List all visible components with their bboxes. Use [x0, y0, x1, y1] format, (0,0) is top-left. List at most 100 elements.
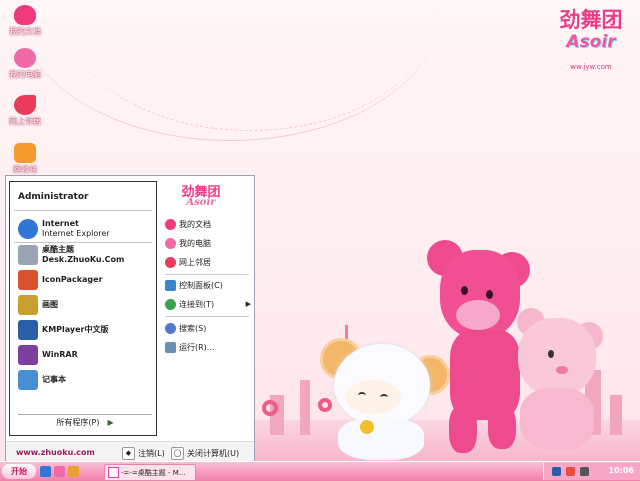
logoff-label: 注销(L)	[138, 448, 165, 458]
window-icon	[108, 467, 119, 478]
quicklaunch-desktop-icon[interactable]	[54, 466, 65, 477]
desktop-icon-label: 我的文档	[9, 27, 41, 36]
bear-pink-leg	[449, 405, 477, 453]
logoff-button[interactable]: ◆ 注销(L)	[122, 446, 165, 460]
wallpaper-building	[300, 380, 310, 435]
iconpackager-icon	[18, 270, 38, 290]
bear-light-cheek	[556, 366, 568, 374]
control-panel-icon	[165, 279, 176, 291]
taskbar: 开始 -=-=桌酷主题 - M... 10:06	[0, 461, 640, 481]
bear-pink-snout	[456, 300, 500, 330]
all-programs-button[interactable]: 所有程序(P) ▶	[18, 414, 152, 430]
program-subtitle: Internet Explorer	[42, 229, 110, 238]
logo-subtitle: Asoir	[566, 32, 616, 52]
desktop-icon-label: 网上邻居	[9, 117, 41, 126]
menu-item-label: 网上邻居	[179, 257, 211, 267]
desktop-icon-network-places[interactable]: 网上邻居	[3, 95, 47, 127]
arrow-right-icon: ▶	[107, 418, 114, 427]
menu-item-my-documents[interactable]: 我的文档	[165, 217, 251, 231]
menu-item-run[interactable]: 运行(R)...	[165, 340, 251, 354]
sheep-bell	[360, 420, 374, 434]
start-menu-places-pane: 劲舞团 Asoir 我的文档 我的电脑 网上邻居 控制面板(C) 连接到(T) …	[161, 181, 251, 436]
menu-item-search[interactable]: 搜索(S)	[165, 321, 251, 335]
start-menu: Administrator Internet Internet Explorer…	[5, 175, 255, 465]
menu-item-label: 搜索(S)	[179, 323, 207, 333]
taskbar-window-label: -=-=桌酷主题 - M...	[121, 468, 186, 477]
winrar-icon	[18, 345, 38, 365]
program-internet[interactable]: Internet Internet Explorer	[18, 218, 154, 240]
sheep-body	[338, 418, 424, 460]
program-paint[interactable]: 画图	[18, 294, 154, 316]
paint-icon	[18, 295, 38, 315]
program-title: Internet	[42, 219, 79, 228]
program-notepad[interactable]: 记事本	[18, 369, 154, 391]
program-title: 记事本	[42, 375, 66, 384]
program-title: 桌酷主题Desk.ZhuoKu.Com	[42, 245, 125, 264]
system-tray: 10:06	[543, 463, 640, 480]
my-documents-icon	[165, 218, 176, 230]
recycle-bin-icon	[14, 143, 36, 163]
quicklaunch-media-icon[interactable]	[68, 466, 79, 477]
tray-network-icon[interactable]	[552, 467, 561, 476]
shutdown-label: 关闭计算机(U)	[187, 448, 240, 458]
divider	[14, 210, 152, 211]
program-title: IconPackager	[42, 275, 103, 284]
run-icon	[165, 341, 176, 353]
clock[interactable]: 10:06	[609, 466, 634, 475]
desktop-icon-label: 回收站	[13, 165, 37, 174]
bear-pink-leg	[488, 405, 516, 449]
notepad-icon	[18, 370, 38, 390]
start-menu-logo-subtitle: Asoir	[186, 197, 216, 208]
bear-pink-eye	[486, 290, 493, 299]
program-iconpackager[interactable]: IconPackager	[18, 269, 154, 291]
my-computer-icon	[14, 48, 36, 68]
tray-app-icon[interactable]	[566, 467, 575, 476]
brand-logo: 劲舞团 Asoir ww.jyw.com	[548, 4, 634, 74]
logo-title: 劲舞团	[559, 7, 623, 32]
quicklaunch-ie-icon[interactable]	[40, 466, 51, 477]
network-places-icon	[165, 256, 176, 268]
program-winrar[interactable]: WinRAR	[18, 344, 154, 366]
logo-url: ww.jyw.com	[570, 63, 612, 71]
sheep-eye	[358, 392, 366, 399]
desktop-icon-my-computer[interactable]: 我的电脑	[3, 48, 47, 80]
program-title: 画图	[42, 300, 58, 309]
sheep-face	[345, 380, 401, 414]
menu-item-control-panel[interactable]: 控制面板(C)	[165, 278, 251, 292]
start-label: 开始	[11, 467, 27, 476]
desktop-icon-recycle-bin[interactable]: 回收站	[3, 143, 47, 175]
logoff-icon: ◆	[122, 446, 135, 460]
program-zhuoku[interactable]: 桌酷主题Desk.ZhuoKu.Com	[18, 244, 154, 266]
start-menu-logo: 劲舞团 Asoir	[171, 181, 231, 221]
divider	[165, 274, 249, 275]
start-menu-programs-pane: Administrator Internet Internet Explorer…	[9, 181, 157, 436]
my-computer-icon	[165, 237, 176, 249]
menu-item-connect-to[interactable]: 连接到(T) ▶	[165, 297, 251, 311]
menu-item-label: 控制面板(C)	[179, 280, 223, 290]
divider	[14, 242, 152, 243]
sheep-eye	[380, 394, 388, 401]
start-menu-username: Administrator	[18, 192, 89, 202]
start-button[interactable]: 开始	[2, 464, 36, 479]
tray-volume-icon[interactable]	[580, 467, 589, 476]
desktop-icon-my-documents[interactable]: 我的文档	[3, 5, 47, 37]
search-icon	[165, 322, 176, 334]
menu-item-label: 连接到(T)	[179, 299, 215, 309]
program-title: KMPlayer中文版	[42, 325, 109, 334]
wallpaper-lollipop	[262, 400, 278, 416]
taskbar-window-button[interactable]: -=-=桌酷主题 - M...	[104, 464, 196, 481]
menu-item-label: 我的电脑	[179, 238, 211, 248]
bear-pink-eye	[461, 286, 468, 295]
all-programs-label: 所有程序(P)	[56, 418, 100, 427]
my-documents-icon	[14, 5, 36, 25]
network-places-icon	[14, 95, 36, 115]
shutdown-button[interactable]: ◯ 关闭计算机(U)	[171, 446, 239, 460]
ie-icon	[18, 219, 38, 239]
menu-item-my-computer[interactable]: 我的电脑	[165, 236, 251, 250]
wallpaper-building	[610, 395, 622, 435]
footer-url: www.zhuoku.com	[16, 448, 95, 457]
menu-item-network-places[interactable]: 网上邻居	[165, 255, 251, 269]
program-kmplayer[interactable]: KMPlayer中文版	[18, 319, 154, 341]
menu-item-label: 运行(R)...	[179, 342, 215, 352]
bear-light-body	[520, 388, 594, 450]
